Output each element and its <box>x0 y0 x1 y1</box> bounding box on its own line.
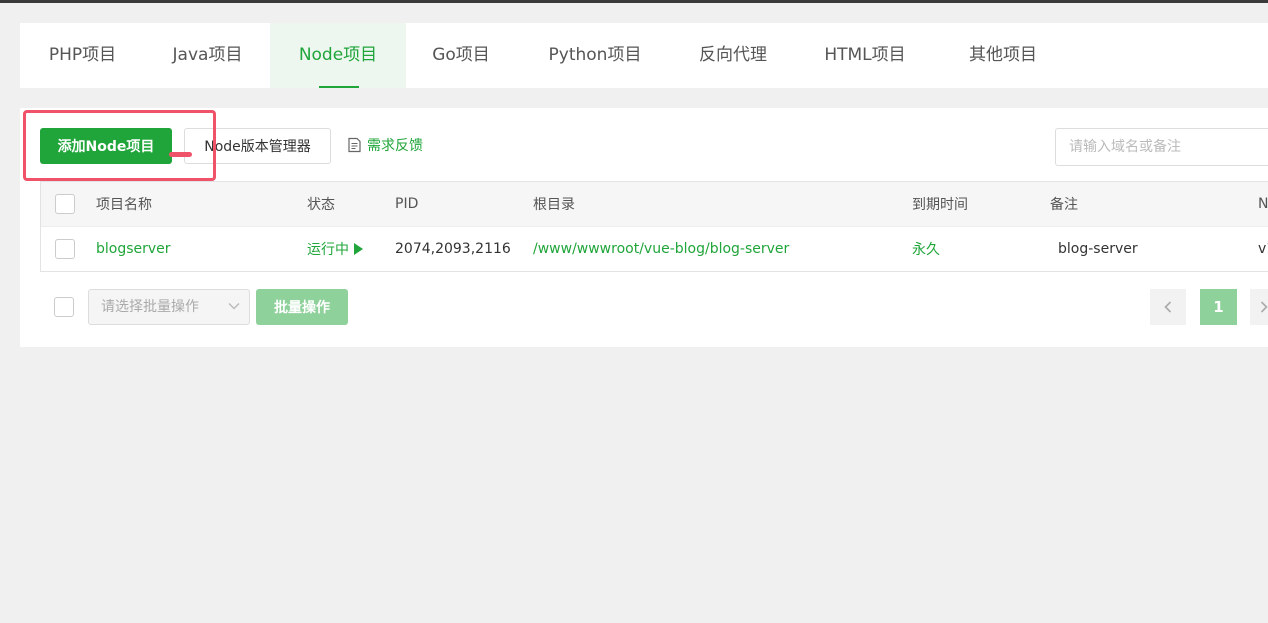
batch-operation-select[interactable]: 请选择批量操作 <box>88 289 250 325</box>
status-toggle[interactable]: 运行中 <box>307 227 363 271</box>
feedback-link[interactable]: 需求反馈 <box>347 136 423 156</box>
chevron-left-icon <box>1164 301 1172 313</box>
tab-other[interactable]: 其他项目 <box>948 23 1058 88</box>
pagination-current-page[interactable]: 1 <box>1200 289 1237 325</box>
remark-value[interactable]: blog-server <box>1058 227 1138 271</box>
project-name-link[interactable]: blogserver <box>96 227 171 271</box>
tab-java[interactable]: Java项目 <box>145 23 270 88</box>
chevron-right-icon <box>1260 301 1268 313</box>
search-input[interactable] <box>1055 128 1268 166</box>
root-directory-link[interactable]: /www/wwwroot/vue-blog/blog-server <box>533 227 789 271</box>
window-top-border <box>0 0 1268 3</box>
column-header-pid[interactable]: PID <box>395 182 418 226</box>
project-panel: 添加Node项目 Node版本管理器 需求反馈 项目名称 状态 PID 根目录 … <box>20 108 1268 347</box>
column-header-node-version[interactable]: N <box>1258 182 1268 226</box>
batch-operation-button[interactable]: 批量操作 <box>256 289 348 325</box>
feedback-label: 需求反馈 <box>367 138 423 154</box>
tab-reverse-proxy[interactable]: 反向代理 <box>678 23 788 88</box>
pagination-prev-button[interactable] <box>1150 289 1186 325</box>
row-checkbox[interactable] <box>55 239 75 259</box>
column-header-status[interactable]: 状态 <box>307 182 335 226</box>
tab-html[interactable]: HTML项目 <box>810 23 920 88</box>
play-icon <box>354 243 363 255</box>
column-header-root[interactable]: 根目录 <box>533 182 575 226</box>
table-row: blogserver 运行中 2074,2093,2116 /www/wwwro… <box>41 227 1268 271</box>
column-header-expire[interactable]: 到期时间 <box>912 182 968 226</box>
project-table: 项目名称 状态 PID 根目录 到期时间 备注 N blogserver 运行中… <box>40 181 1268 272</box>
column-header-remark[interactable]: 备注 <box>1050 182 1078 226</box>
pid-value: 2074,2093,2116 <box>395 241 511 257</box>
pagination-next-button[interactable] <box>1250 289 1268 325</box>
active-tab-indicator <box>319 86 359 88</box>
node-version-value: v1 <box>1258 241 1268 257</box>
project-type-tabs: PHP项目 Java项目 Node项目 Go项目 Python项目 反向代理 H… <box>20 23 1268 88</box>
status-label: 运行中 <box>307 242 349 258</box>
tab-node[interactable]: Node项目 <box>270 23 406 88</box>
table-header: 项目名称 状态 PID 根目录 到期时间 备注 N <box>41 182 1268 227</box>
column-header-name[interactable]: 项目名称 <box>96 182 152 226</box>
add-node-project-button[interactable]: 添加Node项目 <box>40 128 172 164</box>
tab-python[interactable]: Python项目 <box>530 23 660 88</box>
tab-php[interactable]: PHP项目 <box>20 23 145 88</box>
table-footer: 请选择批量操作 批量操作 1 <box>20 288 1268 328</box>
tab-node-label: Node项目 <box>298 45 378 65</box>
chevron-down-icon <box>228 302 240 310</box>
node-version-manager-button[interactable]: Node版本管理器 <box>184 128 331 164</box>
tab-go[interactable]: Go项目 <box>406 23 516 88</box>
expire-date-link[interactable]: 永久 <box>912 227 940 271</box>
select-all-checkbox[interactable] <box>55 194 75 214</box>
batch-select-placeholder: 请选择批量操作 <box>101 299 199 315</box>
footer-select-all-checkbox[interactable] <box>54 297 74 317</box>
edit-note-icon <box>348 137 361 153</box>
